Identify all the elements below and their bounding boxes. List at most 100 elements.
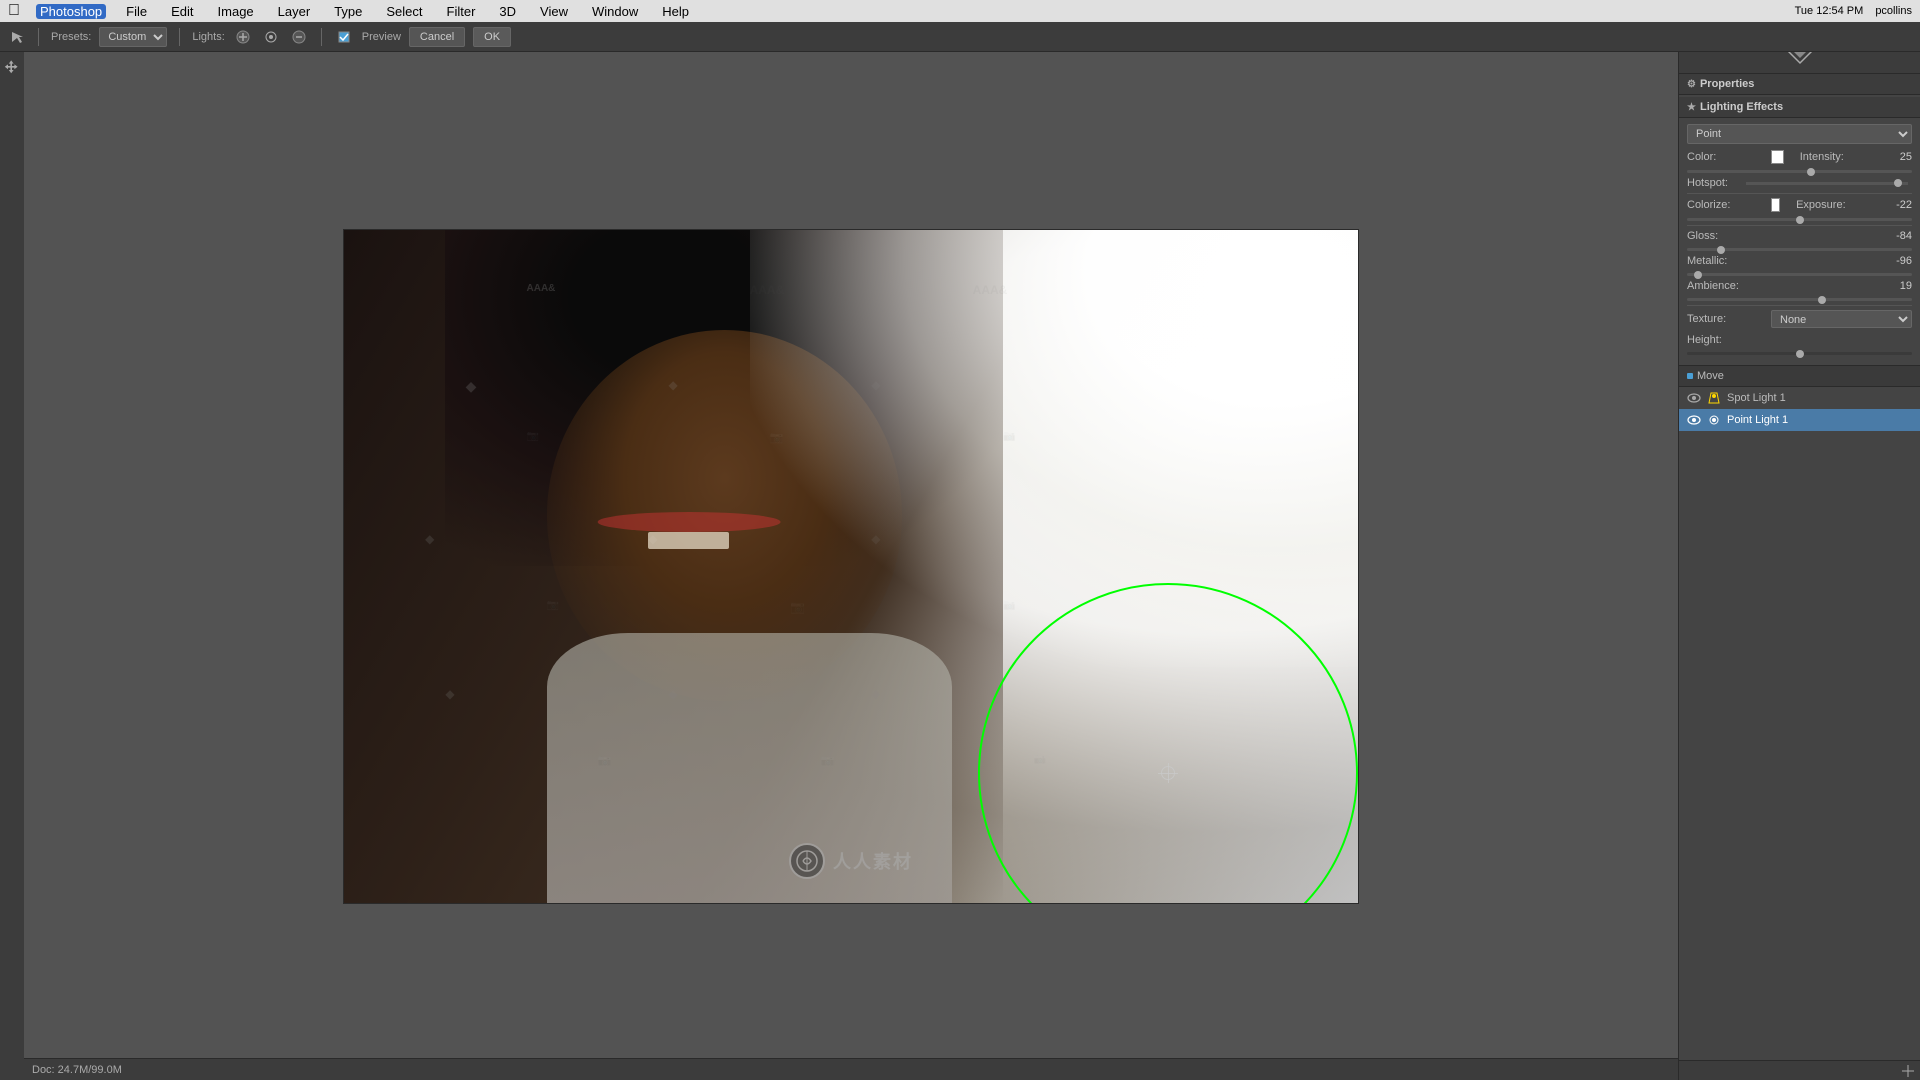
- photo-canvas[interactable]: AAA& AAA& AAA& 📷 📷 📷 📷 📷 📷 📷 📷 📷 ◆ ◆ ◆ ◆…: [343, 229, 1359, 904]
- lights-list: Spot Light 1 Point Light 1: [1679, 387, 1920, 431]
- menu-file[interactable]: File: [122, 4, 151, 19]
- exposure-slider-row: [1687, 218, 1912, 221]
- height-thumb[interactable]: [1796, 350, 1804, 358]
- crosshair-v: [1168, 763, 1169, 783]
- menu-edit[interactable]: Edit: [167, 4, 197, 19]
- spot-light-eye-icon[interactable]: [1687, 393, 1701, 403]
- ok-button[interactable]: OK: [473, 27, 511, 47]
- circle-center-handle[interactable]: [1158, 763, 1178, 783]
- ambience-slider[interactable]: [1687, 298, 1912, 301]
- watermark-12: 📷: [1034, 754, 1046, 765]
- menu-right-area: Tue 12:54 PM pcollins: [1795, 5, 1912, 17]
- watermark-logo: 人人素材: [789, 843, 913, 879]
- type-dropdown[interactable]: Point Spot Infinite: [1687, 124, 1912, 144]
- gloss-thumb[interactable]: [1717, 246, 1725, 254]
- status-text: Doc: 24.7M/99.0M: [32, 1064, 122, 1076]
- point-light-eye-icon[interactable]: [1687, 415, 1701, 425]
- move-indicator-icon: [1687, 373, 1693, 379]
- wm-icon-1: ◆: [466, 378, 477, 395]
- properties-header: ⚙ Properties: [1679, 74, 1920, 95]
- metallic-slider[interactable]: [1687, 273, 1912, 276]
- cancel-button[interactable]: Cancel: [409, 27, 465, 47]
- menu-help[interactable]: Help: [658, 4, 693, 19]
- exposure-label: Exposure:: [1796, 199, 1896, 211]
- teeth-hint: [648, 532, 729, 549]
- intensity-label: Intensity:: [1800, 151, 1900, 163]
- lighting-effects-icon: ★: [1687, 102, 1696, 113]
- watermark-9: 📷: [1003, 600, 1015, 611]
- watermark-3: AAA&: [973, 283, 1008, 297]
- menu-image[interactable]: Image: [214, 4, 258, 19]
- ambience-thumb[interactable]: [1818, 296, 1826, 304]
- lights-add-btn[interactable]: [233, 27, 253, 47]
- wm-icon-4: ◆: [668, 378, 677, 392]
- properties-panel: ⚙ Properties ★ Lighting Effects Point Sp…: [1679, 74, 1920, 1060]
- panel-expand-icon[interactable]: [1900, 1063, 1916, 1079]
- exposure-slider[interactable]: [1687, 218, 1912, 221]
- hotspot-thumb[interactable]: [1894, 179, 1902, 187]
- preview-label: Preview: [362, 31, 401, 43]
- metallic-value: -96: [1896, 255, 1912, 267]
- toolbar: Presets: Custom Lights: Preview Cancel O…: [0, 22, 1920, 52]
- divider-3: [1687, 305, 1912, 306]
- canvas-area: AAA& AAA& AAA& 📷 📷 📷 📷 📷 📷 📷 📷 📷 ◆ ◆ ◆ ◆…: [24, 52, 1678, 1080]
- watermark-6: 📷: [1003, 431, 1015, 442]
- texture-label: Texture:: [1687, 313, 1767, 325]
- light-item-spot[interactable]: Spot Light 1: [1679, 387, 1920, 409]
- intensity-thumb[interactable]: [1807, 168, 1815, 176]
- crosshair-h: [1158, 773, 1178, 774]
- gloss-label: Gloss:: [1687, 230, 1767, 242]
- exposure-thumb[interactable]: [1796, 216, 1804, 224]
- presets-dropdown[interactable]: Custom: [99, 27, 167, 47]
- intensity-slider[interactable]: [1687, 170, 1912, 173]
- gloss-slider[interactable]: [1687, 248, 1912, 251]
- metallic-thumb[interactable]: [1694, 271, 1702, 279]
- menu-select[interactable]: Select: [382, 4, 426, 19]
- menu-filter[interactable]: Filter: [443, 4, 480, 19]
- toolbar-sep-3: [321, 28, 322, 46]
- menu-photoshop[interactable]: Photoshop: [36, 4, 106, 19]
- wm-icon-9: ◆: [871, 687, 880, 701]
- wm-icon-6: ◆: [668, 687, 677, 701]
- intensity-slider-row: [1687, 170, 1912, 173]
- wm-icon-8: ◆: [871, 532, 880, 546]
- menu-3d[interactable]: 3D: [495, 4, 520, 19]
- color-label: Color:: [1687, 151, 1767, 163]
- colorize-swatch[interactable]: [1771, 198, 1780, 212]
- metallic-row: Metallic: -96: [1687, 255, 1912, 267]
- light-item-point[interactable]: Point Light 1: [1679, 409, 1920, 431]
- watermark-4: 📷: [527, 431, 539, 442]
- height-slider[interactable]: [1687, 352, 1912, 355]
- toolbar-sep-2: [179, 28, 180, 46]
- texture-dropdown[interactable]: None: [1771, 310, 1912, 328]
- metallic-slider-row: [1687, 273, 1912, 276]
- logo-text: 人人素材: [833, 848, 913, 874]
- logo-icon: [789, 843, 825, 879]
- menu-type[interactable]: Type: [330, 4, 366, 19]
- color-swatch[interactable]: [1771, 150, 1784, 164]
- point-light-type-icon: [1707, 413, 1721, 427]
- lights-delete-btn[interactable]: [289, 27, 309, 47]
- ambience-value: 19: [1900, 280, 1912, 292]
- apple-menu[interactable]: : [8, 2, 20, 20]
- watermark-5: 📷: [770, 431, 784, 444]
- watermark-11: 📷: [821, 754, 835, 767]
- gloss-value: -84: [1896, 230, 1912, 242]
- spot-light-type-icon: [1707, 391, 1721, 405]
- preview-checkbox-icon[interactable]: [334, 27, 354, 47]
- menu-view[interactable]: View: [536, 4, 572, 19]
- toolbar-sep-1: [38, 28, 39, 46]
- lights-type-btn[interactable]: [261, 27, 281, 47]
- menu-window[interactable]: Window: [588, 4, 642, 19]
- menu-layer[interactable]: Layer: [274, 4, 315, 19]
- smile-hint: [597, 512, 780, 532]
- hotspot-slider[interactable]: [1746, 182, 1908, 185]
- lights-label: Lights:: [192, 31, 224, 43]
- wm-icon-3: ◆: [445, 687, 454, 701]
- watermark-10: 📷: [598, 754, 612, 767]
- bottom-bar: Doc: 24.7M/99.0M: [24, 1058, 1678, 1080]
- move-tool[interactable]: [2, 56, 22, 76]
- presets-label: Presets:: [51, 31, 91, 43]
- ambience-row: Ambience: 19: [1687, 280, 1912, 292]
- height-label: Height:: [1687, 334, 1767, 346]
